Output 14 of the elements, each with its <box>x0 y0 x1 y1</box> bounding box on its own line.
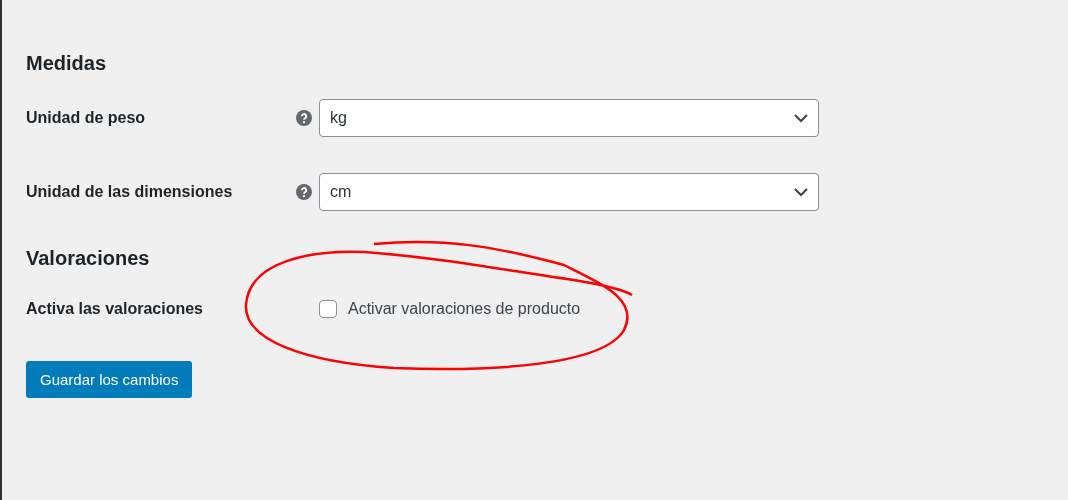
chevron-down-icon <box>794 187 808 197</box>
chevron-down-icon <box>794 113 808 123</box>
section-heading: Medidas <box>26 52 108 75</box>
help-icon[interactable] <box>296 184 312 200</box>
field-label: Unidad de peso <box>26 109 147 127</box>
select-field[interactable]: kg <box>319 99 819 137</box>
help-icon[interactable] <box>296 110 312 126</box>
checkbox[interactable] <box>319 300 337 318</box>
select-field[interactable]: cm <box>319 173 819 211</box>
section-heading: Valoraciones <box>26 247 151 270</box>
checkbox-label: Activar valoraciones de producto <box>348 300 581 318</box>
field-label: Unidad de las dimensiones <box>26 183 234 201</box>
save-button[interactable]: Guardar los cambios <box>26 361 193 398</box>
field-label: Activa las valoraciones <box>26 300 204 318</box>
